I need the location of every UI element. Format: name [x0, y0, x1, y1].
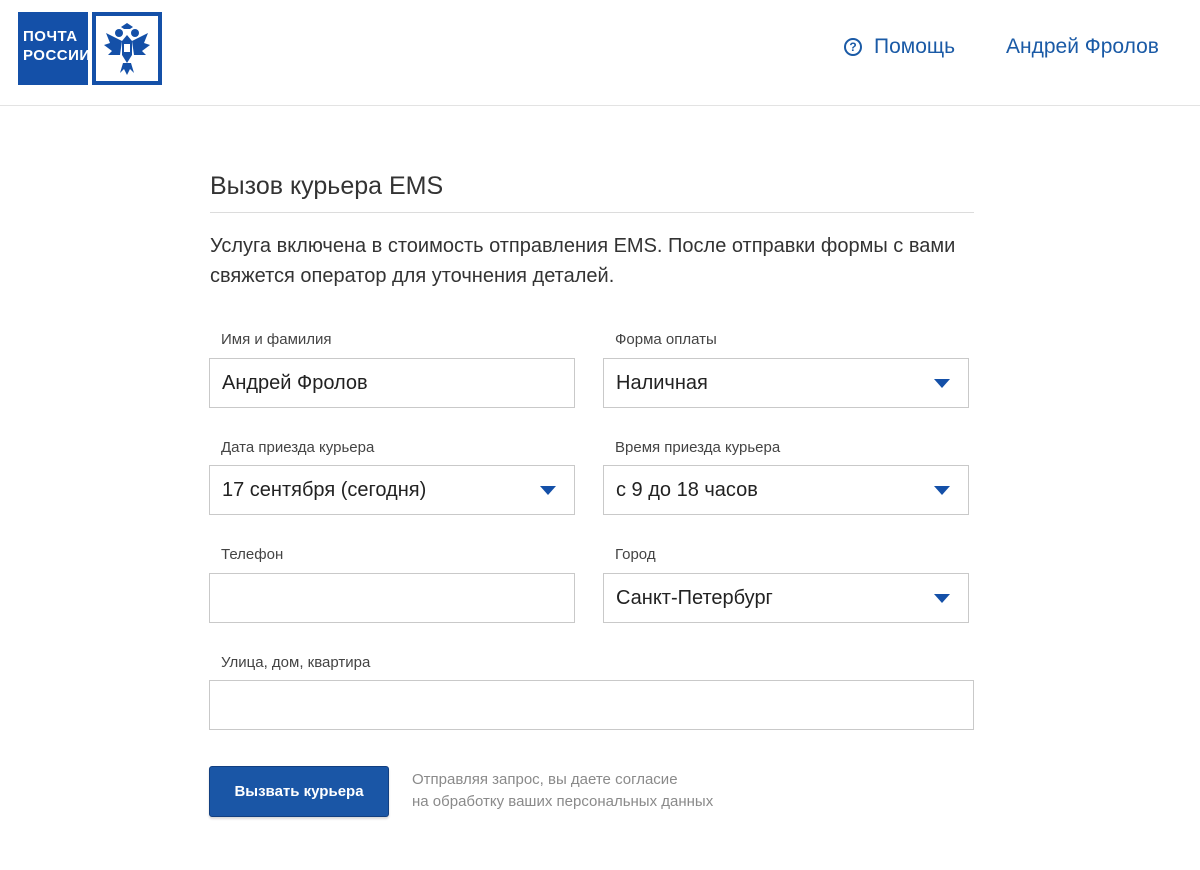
city-select[interactable]: Санкт-Петербург [603, 573, 969, 623]
caret-down-icon [934, 379, 950, 388]
city-label: Город [615, 546, 656, 563]
date-value: 17 сентября (сегодня) [222, 478, 427, 501]
help-label: Помощь [874, 35, 956, 58]
caret-down-icon [934, 594, 950, 603]
phone-input[interactable] [209, 573, 575, 623]
payment-label: Форма оплаты [615, 331, 717, 348]
pochta-rossii-logo[interactable]: ПОЧТА РОССИИ [18, 12, 162, 85]
call-courier-button[interactable]: Вызвать курьера [209, 766, 389, 817]
city-value: Санкт-Петербург [616, 586, 773, 609]
consent-note: Отправляя запрос, вы даете согласие на о… [412, 769, 713, 813]
payment-value: Наличная [616, 371, 708, 394]
consent-line-1: Отправляя запрос, вы даете согласие [412, 771, 678, 788]
name-label: Имя и фамилия [221, 331, 332, 348]
date-select[interactable]: 17 сентября (сегодня) [209, 465, 575, 515]
date-label: Дата приезда курьера [221, 439, 375, 456]
logo-emblem [92, 12, 162, 85]
caret-down-icon [934, 486, 950, 495]
caret-down-icon [540, 486, 556, 495]
title-divider [210, 212, 974, 213]
time-value: с 9 до 18 часов [616, 478, 758, 501]
logo-line-1: ПОЧТА [23, 28, 78, 45]
payment-select[interactable]: Наличная [603, 358, 969, 408]
help-link[interactable]: ? Помощь [844, 34, 955, 60]
double-headed-eagle-icon [104, 22, 150, 75]
site-header: ПОЧТА РОССИИ ? Помощь Андрей Фролов [0, 0, 1200, 106]
logo-line-2: РОССИИ [23, 47, 91, 64]
address-input[interactable] [209, 680, 974, 730]
time-select[interactable]: с 9 до 18 часов [603, 465, 969, 515]
service-description: Услуга включена в стоимость отправления … [210, 235, 956, 287]
page-title: Вызов курьера EMS [210, 172, 444, 200]
consent-line-2: на обработку ваших персональных данных [412, 793, 714, 810]
phone-label: Телефон [221, 546, 284, 563]
logo-wordmark: ПОЧТА РОССИИ [18, 12, 91, 85]
time-label: Время приезда курьера [615, 439, 781, 456]
question-circle-icon: ? [844, 38, 862, 56]
name-input[interactable]: Андрей Фролов [209, 358, 575, 408]
user-menu-link[interactable]: Андрей Фролов [1006, 34, 1159, 60]
address-label: Улица, дом, квартира [221, 654, 371, 671]
